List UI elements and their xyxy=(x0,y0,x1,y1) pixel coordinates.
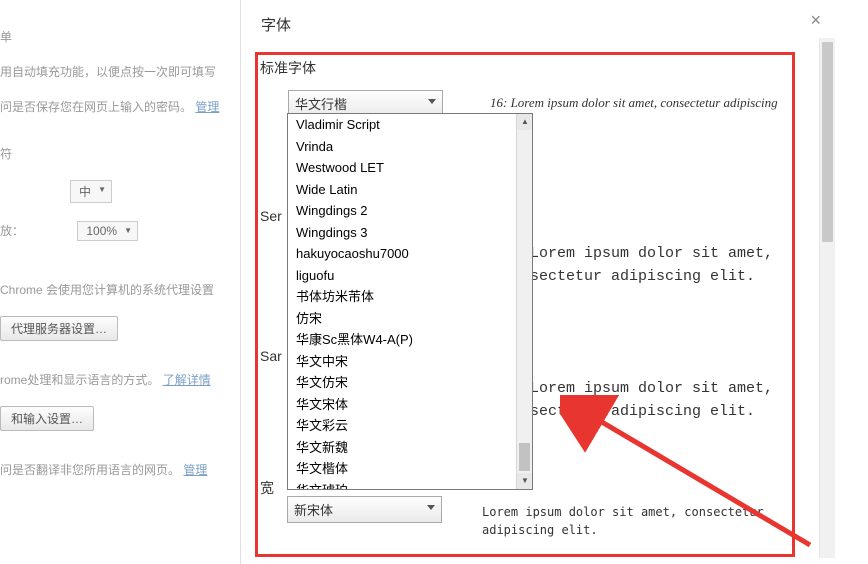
bg-proxy-text: Chrome 会使用您计算机的系统代理设置 xyxy=(0,281,240,298)
bg-heading: 单 xyxy=(0,28,240,45)
bg-password-row: 问是否保存您在网页上输入的密码。 管理 xyxy=(0,98,240,115)
bg-language-select[interactable]: 中 xyxy=(70,180,112,203)
fixed-width-font-select[interactable]: 新宋体 xyxy=(287,496,442,523)
font-option[interactable]: hakuyocaoshu7000 xyxy=(288,243,532,265)
serif-font-preview: Lorem ipsum dolor sit amet, sectetur adi… xyxy=(530,243,790,288)
dropdown-scrollbar[interactable]: ▲ ▼ xyxy=(516,114,532,489)
font-option[interactable]: liguofu xyxy=(288,265,532,287)
serif-font-label: Ser xyxy=(260,208,282,224)
bg-password-manage-link[interactable]: 管理 xyxy=(195,100,219,114)
font-dropdown-list[interactable]: Vladimir ScriptVrindaWestwood LETWide La… xyxy=(287,113,533,490)
bg-proxy-button-row: 代理服务器设置… xyxy=(0,316,240,341)
bg-translate-manage-link[interactable]: 管理 xyxy=(183,463,207,477)
bg-zoom-label: 放： xyxy=(0,224,24,238)
bg-input-button[interactable]: 和输入设置… xyxy=(0,406,94,431)
sans-section: Sar xyxy=(260,348,282,364)
font-option[interactable]: Wide Latin xyxy=(288,179,532,201)
dropdown-triangle-icon xyxy=(428,99,436,104)
font-option[interactable]: 华文楷体 xyxy=(288,458,532,480)
font-option[interactable]: 华文新魏 xyxy=(288,437,532,459)
font-option[interactable]: 华康Sc黑体W4-A(P) xyxy=(288,329,532,351)
bg-translate-row: 问是否翻译非您所用语言的网页。 管理 xyxy=(0,461,240,478)
modal-scrollbar-thumb[interactable] xyxy=(822,42,833,242)
bg-lang-row: rome处理和显示语言的方式。 了解详情 xyxy=(0,371,240,388)
sans-font-label: Sar xyxy=(260,348,282,364)
bg-lang-text: rome处理和显示语言的方式。 xyxy=(0,373,159,387)
font-option[interactable]: 书体坊米芾体 xyxy=(288,286,532,308)
scroll-down-arrow-icon[interactable]: ▼ xyxy=(517,473,533,489)
width-font-preview: Lorem ipsum dolor sit amet, consectetur … xyxy=(482,503,782,539)
bg-translate-text: 问是否翻译非您所用语言的网页。 xyxy=(0,463,180,477)
font-option[interactable]: Vladimir Script xyxy=(288,114,532,136)
bg-lang-link[interactable]: 了解详情 xyxy=(163,373,211,387)
font-option[interactable]: 华文仿宋 xyxy=(288,372,532,394)
background-settings-panel: 单 用自动填充功能，以便点按一次即可填写 问是否保存您在网页上输入的密码。 管理… xyxy=(0,0,240,564)
font-option[interactable]: 华文琥珀 xyxy=(288,480,532,491)
standard-font-value: 华文行楷 xyxy=(295,97,347,112)
bg-password-text: 问是否保存您在网页上输入的密码。 xyxy=(0,100,192,114)
bg-lang-select-row: 中 xyxy=(70,180,240,203)
dropdown-scrollbar-thumb[interactable] xyxy=(519,443,530,471)
bg-zoom-select[interactable]: 100% xyxy=(77,221,138,241)
bg-input-button-row: 和输入设置… xyxy=(0,406,240,431)
font-option[interactable]: Wingdings 2 xyxy=(288,200,532,222)
bg-zoom-row: 放： 100% xyxy=(0,221,240,241)
fixed-width-font-value: 新宋体 xyxy=(294,503,333,518)
close-button[interactable]: × xyxy=(810,10,821,31)
width-section: 宽 xyxy=(260,478,274,498)
bg-proxy-button[interactable]: 代理服务器设置… xyxy=(0,316,118,341)
width-font-label: 宽 xyxy=(260,480,274,496)
font-option[interactable]: Westwood LET xyxy=(288,157,532,179)
serif-section: Ser xyxy=(260,208,282,234)
font-option[interactable]: 华文中宋 xyxy=(288,351,532,373)
font-option[interactable]: 华文彩云 xyxy=(288,415,532,437)
scroll-up-arrow-icon[interactable]: ▲ xyxy=(517,114,533,130)
bg-autofill-text: 用自动填充功能，以便点按一次即可填写 xyxy=(0,63,240,80)
bg-font-heading: 符 xyxy=(0,145,240,162)
standard-font-label: 标准字体 xyxy=(260,58,790,78)
font-option[interactable]: 华文宋体 xyxy=(288,394,532,416)
modal-title: 字体 xyxy=(241,0,835,49)
font-option[interactable]: Vrinda xyxy=(288,136,532,158)
font-option[interactable]: Wingdings 3 xyxy=(288,222,532,244)
standard-font-preview: 16: Lorem ipsum dolor sit amet, consecte… xyxy=(490,93,780,132)
sans-font-preview: Lorem ipsum dolor sit amet, sectetur adi… xyxy=(530,378,790,423)
modal-scrollbar[interactable] xyxy=(819,38,835,558)
dropdown-triangle-icon xyxy=(427,505,435,510)
font-option[interactable]: 仿宋 xyxy=(288,308,532,330)
